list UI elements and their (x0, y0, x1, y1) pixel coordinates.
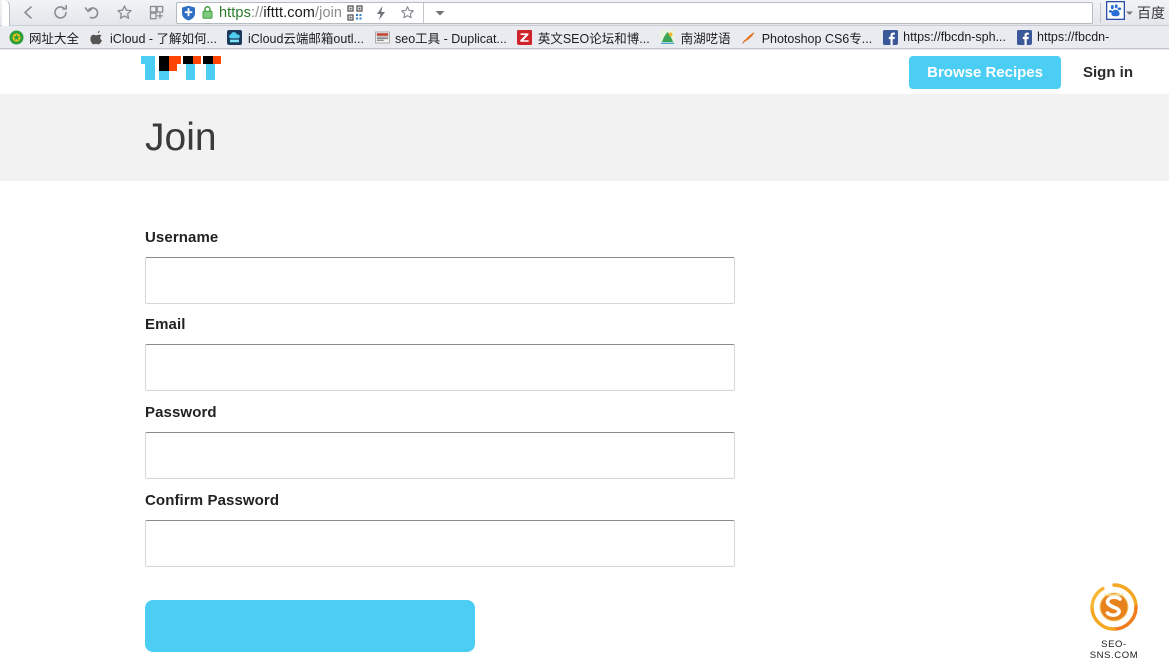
password-label: Password (145, 404, 217, 421)
baidu-extension-button[interactable]: 百度 (1104, 0, 1167, 25)
confirm-password-input[interactable] (145, 520, 735, 567)
favorite-star-icon[interactable] (394, 2, 420, 24)
bookmark-label: seo工具 - Duplicat... (395, 31, 507, 46)
reload-icon[interactable] (44, 1, 76, 25)
icloud-mail-icon (227, 29, 243, 45)
hao123-icon (8, 29, 24, 45)
bookmark-label: 网址大全 (29, 31, 80, 46)
browser-chrome: https://ifttt.com/join 百度 网址大全 iCloud - … (0, 0, 1169, 50)
toolbar-divider (1100, 2, 1101, 23)
create-account-button[interactable] (145, 600, 475, 652)
bookmark-item[interactable]: 网址大全 (4, 27, 85, 47)
bookmark-label: Photoshop CS6专... (761, 31, 873, 46)
apple-icon (89, 29, 105, 45)
bookmark-item[interactable]: 英文SEO论坛和博... (513, 27, 656, 47)
url-path: /join (315, 4, 343, 21)
bookmark-item[interactable]: iCloud云端邮箱outl... (223, 27, 370, 47)
bookmark-label: iCloud - 了解如何... (110, 31, 217, 46)
email-label: Email (145, 316, 186, 333)
apps-grid-icon[interactable] (140, 1, 172, 25)
qr-code-icon[interactable] (342, 2, 368, 24)
bookmarks-bar: 网址大全 iCloud - 了解如何... iCloud云端邮箱outl... (0, 26, 1169, 49)
bookmark-item[interactable]: https://fbcdn- (1012, 27, 1115, 47)
url-separator: :// (250, 4, 264, 21)
shield-icon[interactable] (181, 5, 196, 21)
back-icon[interactable] (12, 1, 44, 25)
photoshop-icon (741, 29, 757, 45)
username-label: Username (145, 229, 219, 246)
bookmark-label: iCloud云端邮箱outl... (247, 31, 364, 46)
site-navbar: Browse Recipes Sign in (0, 50, 1169, 94)
browse-recipes-button[interactable]: Browse Recipes (909, 55, 1061, 89)
field-confirm-password: Confirm Password (145, 492, 1169, 567)
sign-in-button[interactable]: Sign in (1067, 56, 1149, 89)
page-content: Browse Recipes Sign in Join Username Ema… (0, 50, 1169, 665)
seo-sns-watermark: SEO-SNS.COM (1077, 581, 1151, 661)
confirm-password-label: Confirm Password (145, 492, 280, 509)
lightning-icon[interactable] (368, 2, 394, 24)
password-input[interactable] (145, 432, 735, 479)
bookmark-item[interactable]: seo工具 - Duplicat... (370, 27, 513, 47)
url-scheme: https (219, 4, 251, 21)
email-input[interactable] (145, 344, 735, 391)
address-bar[interactable]: https://ifttt.com/join (176, 1, 1093, 24)
field-email: Email (145, 316, 1169, 391)
hero-banner: Join (0, 94, 1169, 181)
zhihu-z-icon (517, 29, 533, 45)
facebook-icon (1016, 29, 1032, 45)
bookmark-label: 英文SEO论坛和博... (537, 31, 650, 46)
seo-sns-logo-icon (1090, 583, 1138, 631)
ifttt-logo[interactable] (141, 54, 229, 80)
url-text: https://ifttt.com/join (219, 5, 342, 21)
bookmark-item[interactable]: https://fbcdn-sph... (878, 27, 1012, 47)
nanhu-icon (660, 29, 676, 45)
lock-icon (201, 5, 214, 20)
bookmark-label: https://fbcdn- (1037, 30, 1110, 44)
bookmark-item[interactable]: Photoshop CS6专... (737, 27, 878, 47)
history-back-icon[interactable] (76, 1, 108, 25)
field-password: Password (145, 404, 1169, 479)
browser-toolbar: https://ifttt.com/join 百度 (0, 0, 1169, 26)
paw-icon (1105, 0, 1126, 25)
facebook-icon (882, 29, 898, 45)
dropdown-caret-icon[interactable] (427, 2, 453, 24)
nav-right-actions: Browse Recipes Sign in (909, 55, 1149, 89)
baidu-extension-label: 百度 (1137, 4, 1165, 21)
bookmark-item[interactable]: 南湖呓语 (656, 27, 737, 47)
bookmark-item[interactable]: iCloud - 了解如何... (85, 27, 223, 47)
extension-caret-icon[interactable] (1125, 4, 1134, 22)
url-host: ifttt.com (263, 4, 315, 21)
bookmark-label: 南湖呓语 (680, 31, 731, 46)
bookmark-label: https://fbcdn-sph... (903, 30, 1007, 44)
field-username: Username (145, 229, 1169, 304)
bookmark-star-icon[interactable] (108, 1, 140, 25)
username-input[interactable] (145, 257, 735, 304)
omnibox-action-icons (342, 2, 453, 24)
watermark-text: SEO-SNS.COM (1089, 639, 1139, 661)
active-tab-stub[interactable] (2, 0, 10, 26)
seo-tool-icon (374, 29, 390, 45)
join-form: Username Email Password Confirm Password (0, 181, 1169, 657)
omnibox-divider (423, 2, 425, 23)
page-title: Join (145, 115, 217, 159)
